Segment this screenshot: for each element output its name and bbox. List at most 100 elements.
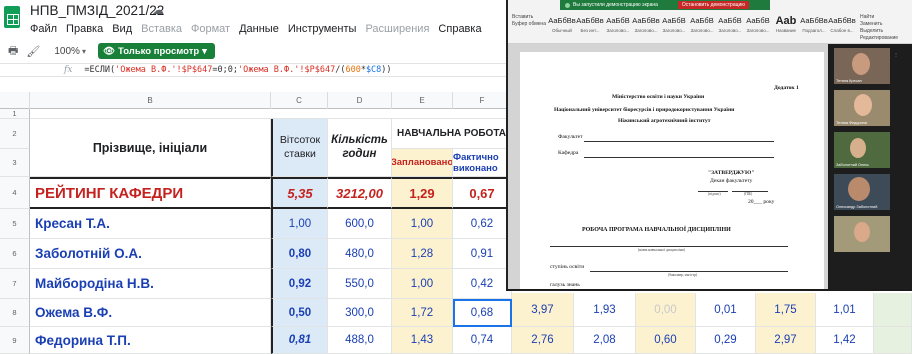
table-row-actual[interactable]: 0,74	[453, 327, 512, 354]
table-row-extra-empty[interactable]	[874, 327, 912, 354]
style-heading[interactable]: АаБбВ Заголово...	[716, 14, 744, 40]
table-row-actual[interactable]: 0,62	[453, 209, 512, 239]
table-row-rate[interactable]: 0,81	[271, 327, 328, 354]
row-header-8[interactable]: 8	[0, 299, 30, 327]
table-row-hours[interactable]: 488,0	[328, 327, 392, 354]
rating-label-cell[interactable]: РЕЙТИНГ КАФЕДРИ	[30, 177, 271, 209]
select-all-corner[interactable]	[0, 92, 30, 109]
menu-edit[interactable]: Правка	[66, 23, 103, 35]
table-row-extra[interactable]: 1,01	[816, 293, 874, 327]
style-heading[interactable]: АаБбВ Заголово...	[660, 14, 688, 40]
participant-tile[interactable]: Тетяна Федорина	[834, 90, 890, 126]
table-row-extra[interactable]: 2,97	[756, 327, 816, 354]
table-row-actual-selected[interactable]: 0,68	[453, 299, 512, 327]
table-row-rate[interactable]: 0,50	[271, 299, 328, 327]
table-row-extra[interactable]: 1,93	[574, 293, 636, 327]
zoom-caret-icon[interactable]: ▾	[82, 47, 86, 56]
style-normal[interactable]: АаБбВв Обычный	[548, 14, 576, 40]
menu-tools[interactable]: Инструменты	[288, 23, 357, 35]
table-row-planned[interactable]: 1,43	[392, 327, 453, 354]
table-row-extra[interactable]: 0,60	[636, 327, 696, 354]
document-title[interactable]: НПВ_ПМЗІД_2021/22	[30, 3, 164, 18]
participant-tile[interactable]: Тетяна Кресан	[834, 48, 890, 84]
sheets-logo-icon[interactable]	[4, 6, 20, 28]
row-header-3[interactable]: 3	[0, 149, 30, 177]
header-name-cell[interactable]: Прізвище, ініціали	[30, 119, 271, 177]
table-row-extra[interactable]: 1,75	[756, 293, 816, 327]
style-no-spacing[interactable]: АаБбВв Без инт...	[576, 14, 604, 40]
style-heading[interactable]: АаБбВв Заголово...	[632, 14, 660, 40]
paste-button[interactable]: Вставить	[512, 14, 546, 21]
table-row-extra[interactable]: 3,97	[512, 293, 574, 327]
menu-extensions[interactable]: Расширения	[365, 23, 429, 35]
table-row-rate[interactable]: 0,92	[271, 269, 328, 299]
menu-data[interactable]: Данные	[239, 23, 279, 35]
replace-button[interactable]: Заменить	[860, 21, 898, 28]
document-page[interactable]: Додаток 1 Міністерство освіти і науки Ук…	[520, 52, 824, 289]
column-header-b[interactable]: B	[30, 92, 271, 109]
table-row-name[interactable]: Майбородіна Н.В.	[30, 269, 271, 299]
rating-hours-cell[interactable]: 3212,00	[328, 177, 392, 209]
column-header-f[interactable]: F	[453, 92, 512, 109]
header-hours-cell[interactable]: Кількість годин	[328, 119, 392, 177]
row-header-1[interactable]: 1	[0, 109, 30, 119]
rating-planned-cell[interactable]: 1,29	[392, 177, 453, 209]
column-header-d[interactable]: D	[328, 92, 392, 109]
table-row-extra[interactable]: 0,00	[636, 293, 696, 327]
table-row-planned[interactable]: 1,00	[392, 269, 453, 299]
table-row-extra[interactable]: 0,29	[696, 327, 756, 354]
table-row-extra[interactable]: 2,08	[574, 327, 636, 354]
row-header-4[interactable]: 4	[0, 177, 30, 209]
table-row-hours[interactable]: 550,0	[328, 269, 392, 299]
row-header-2[interactable]: 2	[0, 119, 30, 149]
style-heading[interactable]: АаБбВ Заголово...	[604, 14, 632, 40]
stop-sharing-button[interactable]: Остановить демонстрацию	[677, 1, 750, 9]
style-subtitle[interactable]: АаБбВв Подзагол...	[800, 14, 828, 40]
table-row-actual[interactable]: 0,91	[453, 239, 512, 269]
style-heading[interactable]: АаБбВ Заголово...	[688, 14, 716, 40]
empty-row-1[interactable]	[30, 109, 512, 119]
table-row-rate[interactable]: 0,80	[271, 239, 328, 269]
find-button[interactable]: Найти	[860, 14, 898, 21]
table-row-hours[interactable]: 480,0	[328, 239, 392, 269]
row-header-7[interactable]: 7	[0, 269, 30, 299]
row-header-6[interactable]: 6	[0, 239, 30, 269]
document-area[interactable]: Додаток 1 Міністерство освіти і науки Ук…	[508, 44, 828, 289]
style-title[interactable]: Aab Название	[772, 14, 800, 40]
style-heading[interactable]: АаБбВ Заголово...	[744, 14, 772, 40]
table-row-name[interactable]: Заболотній О.А.	[30, 239, 271, 269]
table-row-name[interactable]: Кресан Т.А.	[30, 209, 271, 239]
table-row-extra[interactable]: 2,76	[512, 327, 574, 354]
header-rate-cell[interactable]: Вітсоток ставки	[271, 119, 328, 177]
table-row-actual[interactable]: 0,42	[453, 269, 512, 299]
rating-rate-cell[interactable]: 5,35	[271, 177, 328, 209]
participant-tile[interactable]: Олександр Заболотний	[834, 174, 890, 210]
menu-insert[interactable]: Вставка	[141, 23, 182, 35]
print-icon[interactable]: 🖶	[8, 42, 18, 61]
row-header-9[interactable]: 9	[0, 327, 30, 354]
participant-tile[interactable]: Заболотний Олекс	[834, 132, 890, 168]
menu-help[interactable]: Справка	[438, 23, 481, 35]
table-row-hours[interactable]: 300,0	[328, 299, 392, 327]
header-actual-cell[interactable]: Фактично виконано	[453, 149, 512, 177]
table-row-rate[interactable]: 1,00	[271, 209, 328, 239]
table-row-hours[interactable]: 600,0	[328, 209, 392, 239]
header-edu-work-cell[interactable]: НАВЧАЛЬНА РОБОТА	[392, 119, 512, 149]
column-header-c[interactable]: C	[271, 92, 328, 109]
rating-actual-cell[interactable]: 0,67	[453, 177, 512, 209]
table-row-name[interactable]: Ожема В.Ф.	[30, 299, 271, 327]
table-row-extra[interactable]: 0,01	[696, 293, 756, 327]
table-row-extra-empty[interactable]	[874, 293, 912, 327]
header-planned-cell[interactable]: Заплановано	[392, 149, 453, 177]
table-row-name[interactable]: Федорина Т.П.	[30, 327, 271, 354]
table-row-planned[interactable]: 1,00	[392, 209, 453, 239]
column-header-e[interactable]: E	[392, 92, 453, 109]
table-row-planned[interactable]: 1,28	[392, 239, 453, 269]
menu-file[interactable]: Файл	[30, 23, 57, 35]
participant-tile[interactable]	[834, 216, 890, 252]
style-subtle-emphasis[interactable]: АаБбВв Слабое в...	[828, 14, 856, 40]
menu-format[interactable]: Формат	[191, 23, 230, 35]
view-only-button[interactable]: 👁 Только просмотр ▾	[97, 43, 215, 59]
formula-text[interactable]: =ЕСЛИ('Ожема В.Ф.'!$P$647=0;0;'Ожема В.Ф…	[84, 65, 391, 75]
side-menu-dots-icon[interactable]: ⋮	[894, 50, 898, 60]
